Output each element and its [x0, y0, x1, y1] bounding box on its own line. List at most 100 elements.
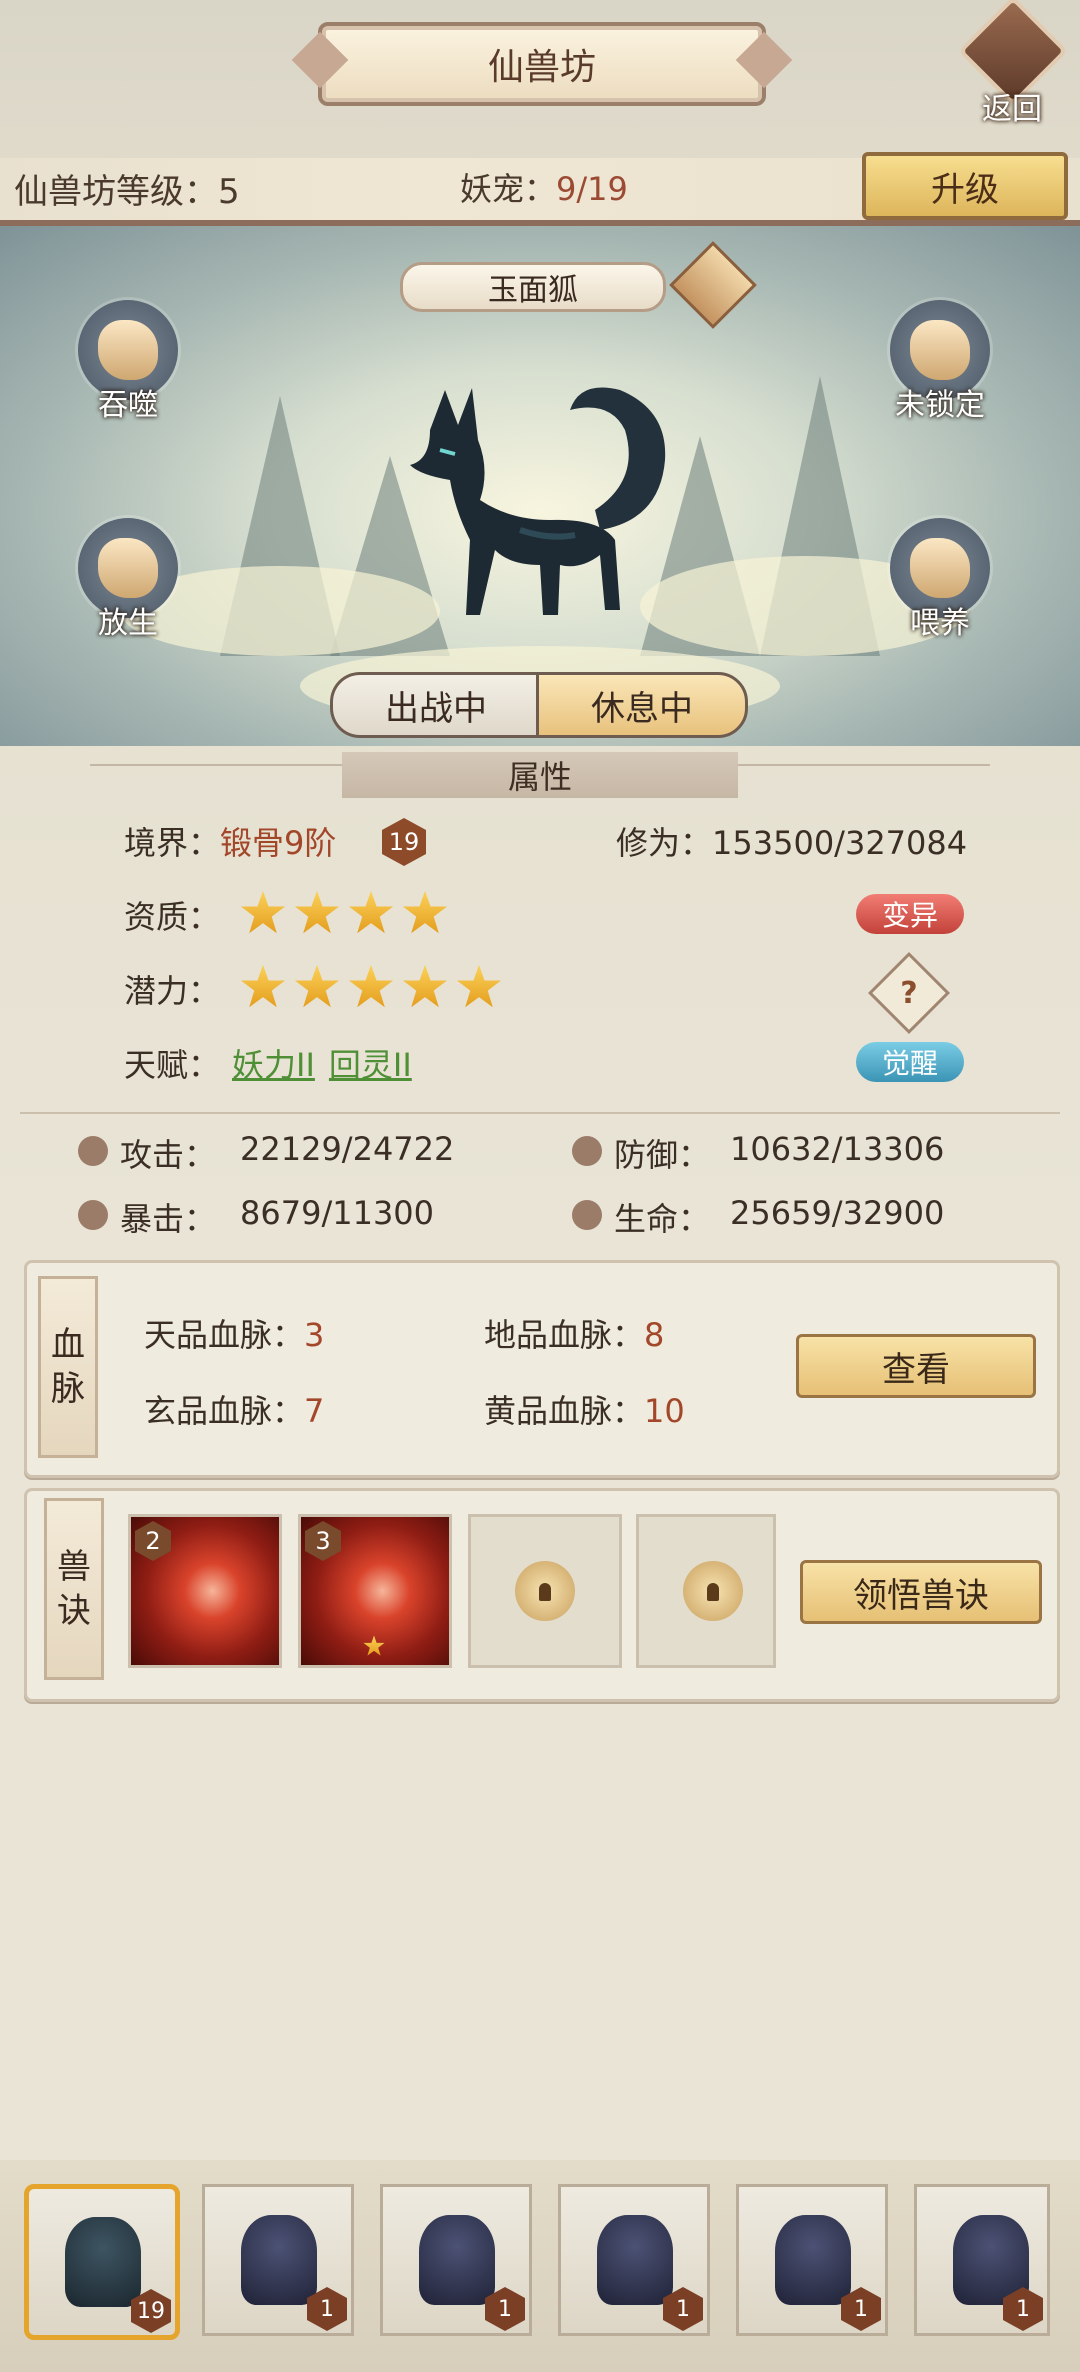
heaven-bloodline: 天品血脉：3	[144, 1310, 324, 1356]
pet-portrait	[419, 2215, 495, 2305]
pet-list-item[interactable]: 19	[24, 2184, 180, 2340]
skill-slot-locked[interactable]	[636, 1514, 776, 1668]
pet-list-item[interactable]: 1	[736, 2184, 888, 2336]
skills-tag: 兽诀	[44, 1498, 104, 1680]
mutate-badge[interactable]: 变异	[856, 894, 964, 934]
lock-icon	[515, 1561, 575, 1621]
page-title: 仙兽坊	[318, 22, 766, 106]
defense-label: 防御：	[614, 1136, 711, 1174]
earth-bloodline: 地品血脉：8	[484, 1310, 664, 1356]
unlocked-icon	[910, 320, 970, 380]
question-mark: ?	[900, 975, 918, 1011]
earth-value: 8	[644, 1316, 665, 1354]
back-button[interactable]: 返回	[957, 0, 1069, 127]
realm-value: 锻骨9阶	[220, 824, 337, 862]
star-icon	[240, 964, 286, 1008]
skills-tag-char-2: 诀	[57, 1591, 91, 1631]
star-icon	[456, 964, 502, 1008]
aptitude-label: 资质：	[124, 898, 221, 936]
cultivation-value: 153500/327084	[712, 824, 968, 862]
learn-skill-button[interactable]: 领悟兽诀	[800, 1560, 1042, 1624]
pet-portrait	[597, 2215, 673, 2305]
crit-label: 暴击：	[120, 1200, 217, 1238]
lock-button[interactable]: 未锁定	[880, 300, 1000, 430]
upgrade-button[interactable]: 升级	[862, 152, 1068, 220]
yellow-value: 10	[644, 1392, 685, 1430]
realm-row: 境界：锻骨9阶	[124, 818, 336, 864]
star-icon	[363, 1635, 385, 1656]
attribute-title: 属性	[342, 752, 738, 798]
fox-pet-image	[410, 387, 666, 615]
yellow-bloodline: 黄品血脉：10	[484, 1386, 685, 1432]
talent-link-1[interactable]: 妖力II	[232, 1046, 315, 1084]
meat-icon	[910, 538, 970, 598]
pet-list-item[interactable]: 1	[914, 2184, 1050, 2336]
tab-fighting[interactable]: 出战中	[330, 672, 539, 738]
tab-resting[interactable]: 休息中	[536, 672, 748, 738]
feed-label: 喂养	[910, 606, 970, 641]
star-icon	[240, 890, 286, 934]
star-icon	[294, 890, 340, 934]
crit-value: 8679/11300	[240, 1194, 435, 1232]
pet-list-item[interactable]: 1	[380, 2184, 532, 2336]
heaven-value: 3	[304, 1316, 325, 1354]
rabbit-icon	[98, 538, 158, 598]
star-icon	[348, 964, 394, 1008]
mystic-bloodline: 玄品血脉：7	[144, 1386, 324, 1432]
beast-head-icon	[98, 320, 158, 380]
devour-button[interactable]: 吞噬	[68, 300, 188, 430]
cultivation-row: 修为：153500/327084	[616, 818, 967, 864]
earth-label: 地品血脉：	[484, 1316, 645, 1354]
pet-count-value: 9/19	[556, 170, 628, 208]
hp-label: 生命：	[614, 1200, 711, 1238]
state-toggle: 出战中 休息中	[330, 672, 750, 738]
back-label: 返回	[982, 92, 1042, 127]
release-label: 放生	[98, 606, 158, 641]
star-icon	[348, 890, 394, 934]
star-icon	[402, 964, 448, 1008]
pet-count-label: 妖宠：	[460, 170, 557, 208]
heaven-label: 天品血脉：	[144, 1316, 305, 1354]
pet-list-item[interactable]: 1	[202, 2184, 354, 2336]
defense-shield-icon	[572, 1136, 602, 1166]
life-drop-icon	[572, 1200, 602, 1230]
realm-label: 境界：	[124, 824, 221, 862]
defense-value: 10632/13306	[730, 1130, 945, 1168]
lock-icon	[683, 1561, 743, 1621]
talent-row: 天赋： 妖力II 回灵II	[124, 1040, 412, 1086]
pet-count: 妖宠：9/19	[460, 164, 628, 210]
attack-label: 攻击：	[120, 1136, 217, 1174]
release-button[interactable]: 放生	[68, 518, 188, 648]
skills-tag-char-1: 兽	[57, 1547, 91, 1587]
pet-name: 玉面狐	[400, 262, 666, 312]
cultivation-label: 修为：	[616, 824, 713, 862]
crit-blade-icon	[78, 1200, 108, 1230]
attribute-header: 属性	[90, 752, 990, 798]
potential-stars	[240, 964, 510, 1014]
bloodline-tag-char-1: 血	[51, 1325, 85, 1365]
attack-value: 22129/24722	[240, 1130, 455, 1168]
skill-slot-1[interactable]: 2	[128, 1514, 282, 1668]
skill-slot-2[interactable]: 3	[298, 1514, 452, 1668]
pet-portrait	[241, 2215, 317, 2305]
awaken-badge[interactable]: 觉醒	[856, 1042, 964, 1082]
skill-slot-locked[interactable]	[468, 1514, 622, 1668]
pet-portrait	[65, 2217, 141, 2307]
devour-label: 吞噬	[98, 388, 158, 423]
aptitude-stars	[240, 890, 456, 940]
talent-label: 天赋：	[124, 1046, 221, 1084]
hp-value: 25659/32900	[730, 1194, 945, 1232]
pet-portrait	[775, 2215, 851, 2305]
star-icon	[294, 964, 340, 1008]
potential-label: 潜力：	[124, 972, 221, 1010]
talent-link-2[interactable]: 回灵II	[329, 1046, 412, 1084]
feed-button[interactable]: 喂养	[880, 518, 1000, 648]
pet-list-item[interactable]: 1	[558, 2184, 710, 2336]
mystic-value: 7	[304, 1392, 325, 1430]
view-bloodline-button[interactable]: 查看	[796, 1334, 1036, 1398]
bloodline-tag-char-2: 脉	[51, 1369, 85, 1409]
star-icon	[402, 890, 448, 934]
workshop-level: 仙兽坊等级：5	[14, 172, 240, 212]
attack-sword-icon	[78, 1136, 108, 1166]
mystic-label: 玄品血脉：	[144, 1392, 305, 1430]
